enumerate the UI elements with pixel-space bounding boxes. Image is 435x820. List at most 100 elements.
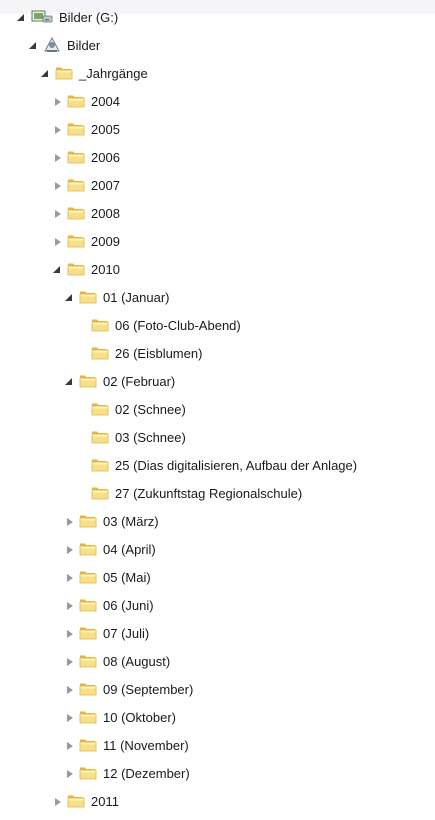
- tree-item[interactable]: 11 (November): [0, 732, 435, 760]
- folder-icon: [67, 792, 85, 812]
- tree-item[interactable]: 12 (Dezember): [0, 760, 435, 788]
- tree-item[interactable]: 08 (August): [0, 648, 435, 676]
- tree-item-label: _Jahrgänge: [79, 66, 148, 81]
- folder-icon: [79, 568, 97, 588]
- drive-icon: [31, 9, 53, 28]
- tree-item-label: 2005: [91, 122, 120, 137]
- folder-icon: [79, 736, 97, 756]
- tree-item[interactable]: 02 (Februar): [0, 368, 435, 396]
- tree-item[interactable]: 2010: [0, 256, 435, 284]
- collapsed-arrow-icon[interactable]: [52, 796, 64, 808]
- collapsed-arrow-icon[interactable]: [64, 656, 76, 668]
- expanded-arrow-icon[interactable]: [64, 292, 76, 304]
- tree-item-label: 2004: [91, 94, 120, 109]
- tree-item[interactable]: 2007: [0, 172, 435, 200]
- tree-item[interactable]: 2009: [0, 228, 435, 256]
- folder-icon: [67, 120, 85, 140]
- collapsed-arrow-icon[interactable]: [52, 208, 64, 220]
- folder-icon: [79, 708, 97, 728]
- tree-item-label: 02 (Schnee): [115, 402, 186, 417]
- library-icon: [43, 36, 61, 56]
- tree-item-label: 02 (Februar): [103, 374, 176, 389]
- collapsed-arrow-icon[interactable]: [52, 180, 64, 192]
- tree-item-label: 05 (Mai): [103, 570, 151, 585]
- folder-icon: [67, 260, 85, 280]
- collapsed-arrow-icon[interactable]: [64, 768, 76, 780]
- collapsed-arrow-icon[interactable]: [52, 124, 64, 136]
- tree-item-label: 2008: [91, 206, 120, 221]
- collapsed-arrow-icon[interactable]: [64, 544, 76, 556]
- tree-item[interactable]: 02 (Schnee): [0, 396, 435, 424]
- collapsed-arrow-icon[interactable]: [64, 684, 76, 696]
- collapsed-arrow-icon[interactable]: [52, 152, 64, 164]
- tree-item[interactable]: 25 (Dias digitalisieren, Aufbau der Anla…: [0, 452, 435, 480]
- collapsed-arrow-icon[interactable]: [52, 96, 64, 108]
- folder-icon: [91, 456, 109, 476]
- tree-item-label: Bilder: [67, 38, 101, 53]
- expanded-arrow-icon[interactable]: [16, 12, 28, 24]
- folder-icon: [67, 92, 85, 112]
- tree-item-label: 09 (September): [103, 682, 194, 697]
- collapsed-arrow-icon[interactable]: [64, 516, 76, 528]
- tree-item[interactable]: 26 (Eisblumen): [0, 340, 435, 368]
- tree-item[interactable]: 06 (Foto-Club-Abend): [0, 312, 435, 340]
- tree-item[interactable]: 09 (September): [0, 676, 435, 704]
- expanded-arrow-icon[interactable]: [52, 264, 64, 276]
- tree-item[interactable]: 06 (Juni): [0, 592, 435, 620]
- tree-item-label: 03 (März): [103, 514, 159, 529]
- folder-icon: [67, 148, 85, 168]
- tree-item[interactable]: 01 (Januar): [0, 284, 435, 312]
- tree-item[interactable]: 2011: [0, 788, 435, 816]
- folder-icon: [91, 400, 109, 420]
- tree-item-label: 26 (Eisblumen): [115, 346, 203, 361]
- tree-item[interactable]: 2008: [0, 200, 435, 228]
- tree-item-label: 10 (Oktober): [103, 710, 176, 725]
- tree-item[interactable]: 2004: [0, 88, 435, 116]
- folder-icon: [91, 484, 109, 504]
- tree-item[interactable]: 27 (Zukunftstag Regionalschule): [0, 480, 435, 508]
- tree-item-label: 2006: [91, 150, 120, 165]
- tree-item-label: 04 (April): [103, 542, 156, 557]
- tree-item[interactable]: _Jahrgänge: [0, 60, 435, 88]
- tree-item[interactable]: 10 (Oktober): [0, 704, 435, 732]
- tree-item[interactable]: Bilder: [0, 32, 435, 60]
- collapsed-arrow-icon[interactable]: [64, 600, 76, 612]
- tree-item-label: 06 (Juni): [103, 598, 154, 613]
- folder-icon: [79, 288, 97, 308]
- tree-item[interactable]: 07 (Juli): [0, 620, 435, 648]
- folder-icon: [79, 540, 97, 560]
- folder-icon: [79, 652, 97, 672]
- collapsed-arrow-icon[interactable]: [52, 236, 64, 248]
- expanded-arrow-icon[interactable]: [64, 376, 76, 388]
- tree-item[interactable]: Bilder (G:): [0, 4, 435, 32]
- expanded-arrow-icon[interactable]: [28, 40, 40, 52]
- tree-item[interactable]: 2006: [0, 144, 435, 172]
- collapsed-arrow-icon[interactable]: [64, 740, 76, 752]
- collapsed-arrow-icon[interactable]: [64, 628, 76, 640]
- folder-icon: [91, 344, 109, 364]
- folder-icon: [79, 764, 97, 784]
- tree-item-label: 01 (Januar): [103, 290, 170, 305]
- tree-item-label: 2010: [91, 262, 120, 277]
- tree-item[interactable]: 04 (April): [0, 536, 435, 564]
- tree-item[interactable]: 03 (März): [0, 508, 435, 536]
- expanded-arrow-icon[interactable]: [40, 68, 52, 80]
- folder-icon: [79, 512, 97, 532]
- folder-icon: [79, 596, 97, 616]
- tree-item-label: 27 (Zukunftstag Regionalschule): [115, 486, 303, 501]
- collapsed-arrow-icon[interactable]: [64, 712, 76, 724]
- tree-item-label: 03 (Schnee): [115, 430, 186, 445]
- tree-item[interactable]: 2005: [0, 116, 435, 144]
- tree-item-label: 2007: [91, 178, 120, 193]
- collapsed-arrow-icon[interactable]: [64, 572, 76, 584]
- folder-icon: [91, 428, 109, 448]
- tree-item[interactable]: 05 (Mai): [0, 564, 435, 592]
- tree-item-label: 2009: [91, 234, 120, 249]
- tree-item[interactable]: 03 (Schnee): [0, 424, 435, 452]
- folder-icon: [67, 232, 85, 252]
- tree-item-label: 25 (Dias digitalisieren, Aufbau der Anla…: [115, 458, 358, 473]
